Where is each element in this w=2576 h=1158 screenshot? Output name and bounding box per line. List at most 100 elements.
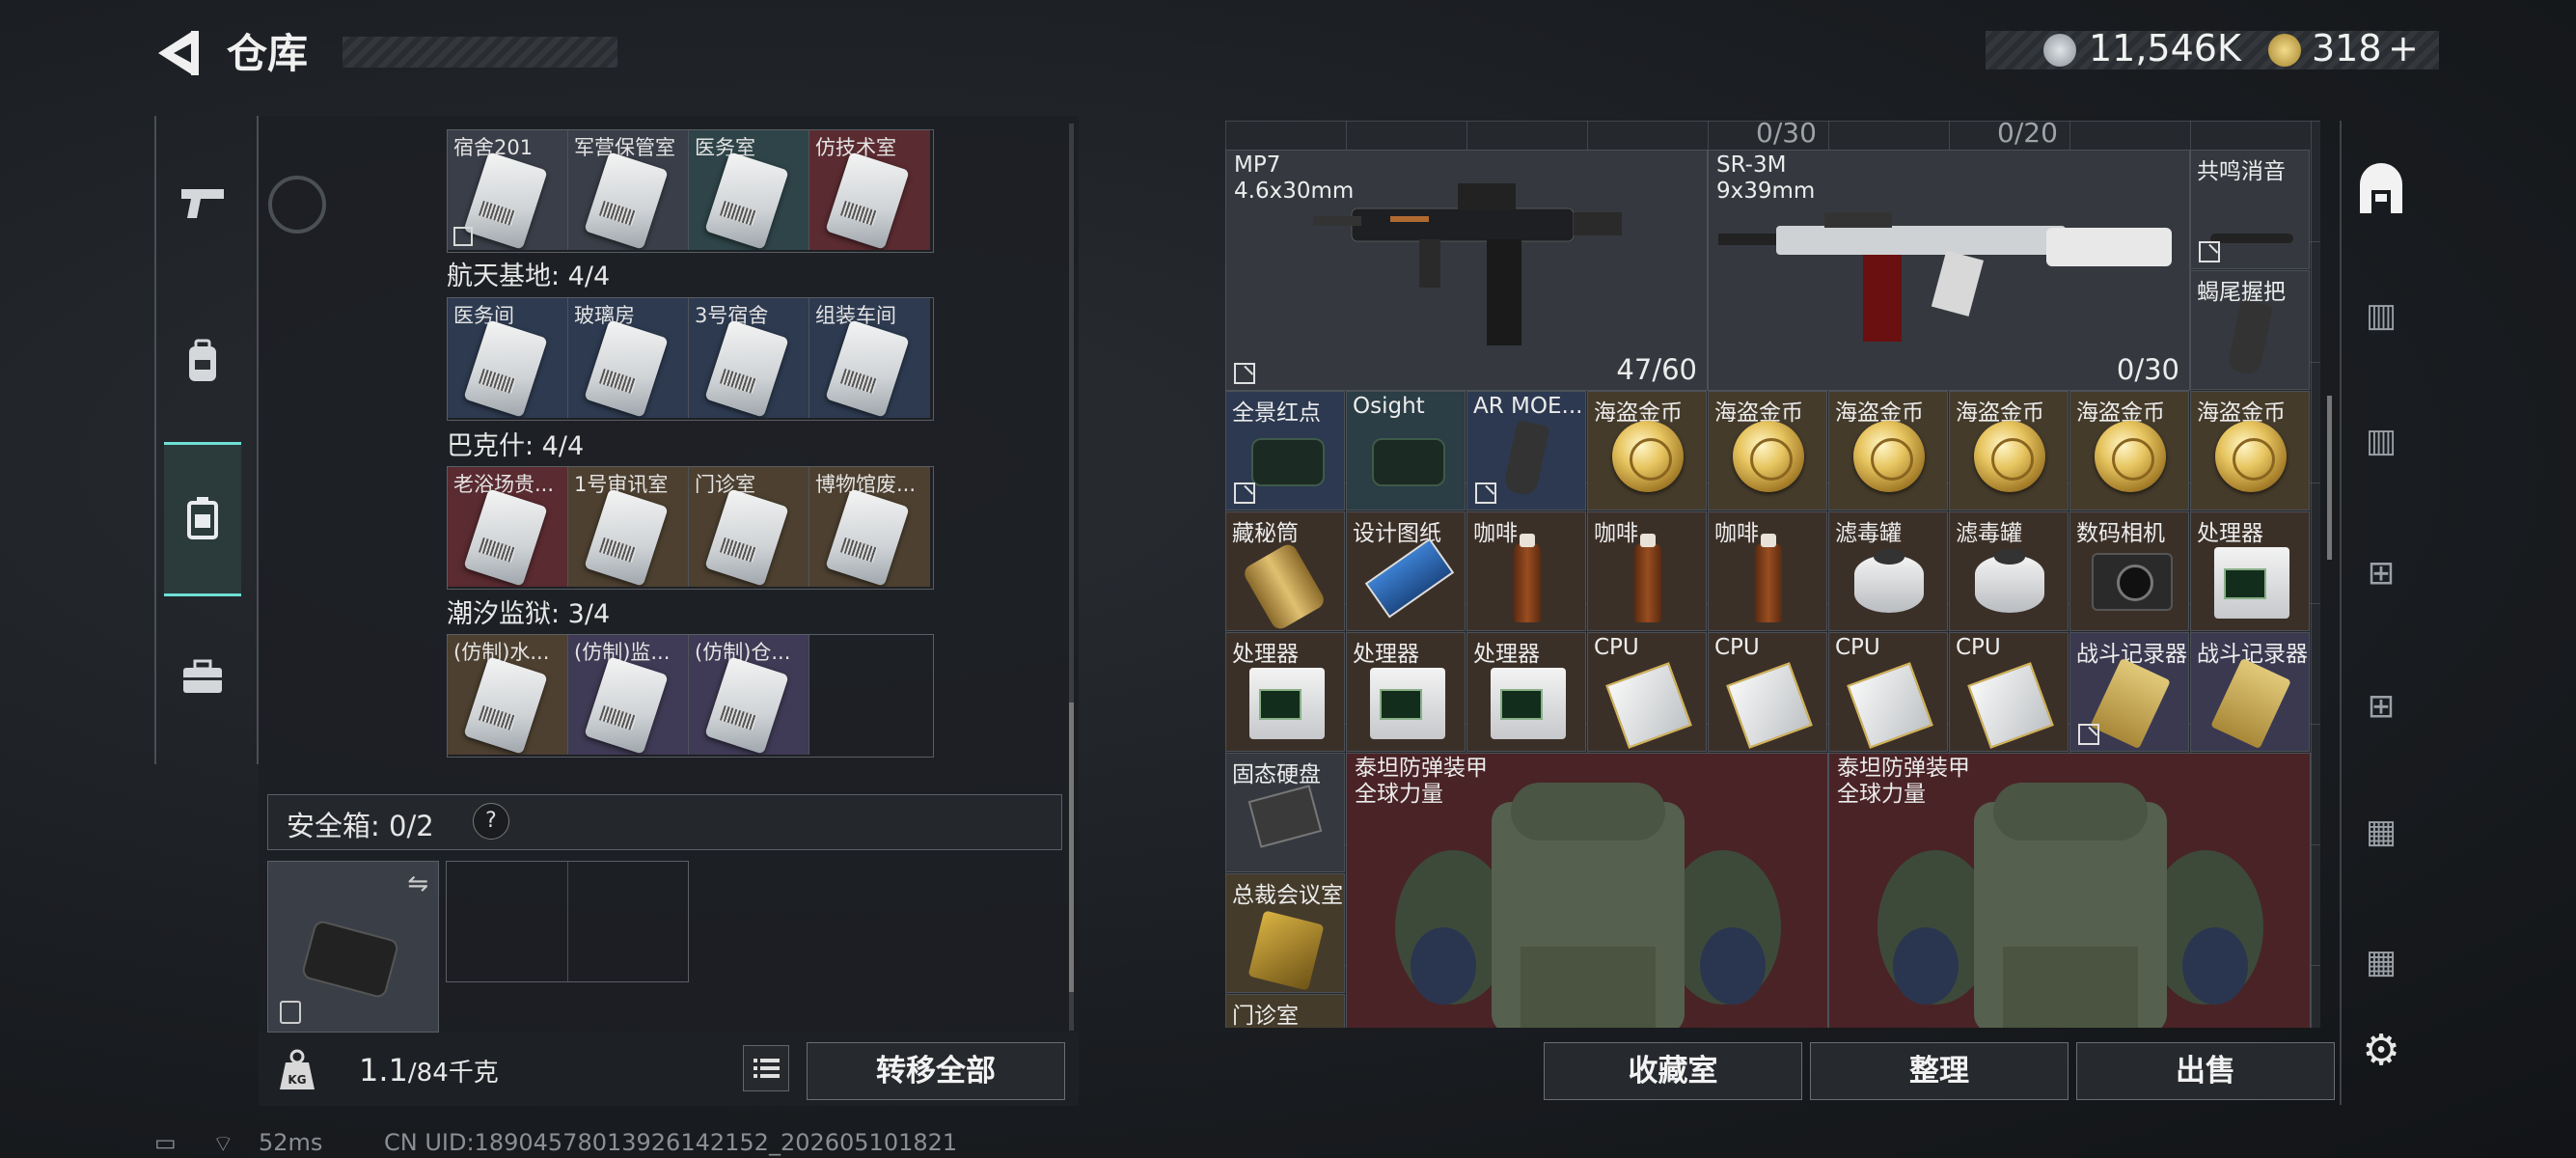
- item-digital-camera[interactable]: 数码相机: [2069, 511, 2189, 631]
- list-view-button[interactable]: [743, 1045, 789, 1091]
- item-combat-recorder[interactable]: 战斗记录器: [2069, 632, 2189, 752]
- silencer-item[interactable]: 共鸣消音: [2190, 150, 2310, 269]
- item-osight[interactable]: Osight: [1346, 391, 1466, 510]
- weight-readout: 1.1/84千克: [359, 1052, 499, 1089]
- group-title: 巴克什: 4/4: [447, 431, 585, 461]
- stash-page-4-icon[interactable]: ▦: [2350, 931, 2412, 993]
- counter: 0/20: [1997, 121, 2058, 149]
- keycard-slot[interactable]: 仿技术室: [809, 130, 930, 250]
- item-processor[interactable]: 处理器: [1466, 632, 1586, 752]
- lock-icon: [280, 1001, 301, 1024]
- backpack-icon[interactable]: [166, 324, 239, 398]
- counter: 0/30: [1756, 121, 1817, 149]
- item-keycard[interactable]: 总裁会议室: [1225, 873, 1345, 993]
- armor-item[interactable]: 泰坦防弹装甲 全球力量: [1346, 753, 1828, 1028]
- stash-page-2-icon[interactable]: ▥: [2350, 410, 2412, 472]
- item-blueprint[interactable]: 设计图纸: [1346, 511, 1466, 631]
- item-keycard[interactable]: 门诊室: [1225, 994, 1345, 1028]
- keycard-slot[interactable]: 医务室: [689, 130, 809, 250]
- item-pirate-coin[interactable]: 海盗金币: [1949, 391, 2069, 510]
- keycard-slot[interactable]: 老浴场贵...: [448, 467, 568, 587]
- gold-currency: 318: [2312, 27, 2382, 69]
- item-cpu[interactable]: CPU: [1708, 632, 1827, 752]
- safe-box-label: 安全箱: 0/2: [287, 810, 434, 842]
- ping-readout: 52ms: [259, 1129, 323, 1156]
- stash-page-3-icon[interactable]: ▦: [2350, 801, 2412, 863]
- keycard-slot[interactable]: (仿制)水...: [448, 635, 568, 755]
- item-pirate-coin[interactable]: 海盗金币: [2190, 391, 2310, 510]
- item-coffee[interactable]: 咖啡: [1466, 511, 1586, 631]
- left-scrollbar[interactable]: [1069, 124, 1074, 1031]
- transfer-all-button[interactable]: 转移全部: [807, 1042, 1065, 1100]
- keycard-row-4: (仿制)水... (仿制)监... (仿制)仓...: [447, 634, 934, 758]
- organize-button[interactable]: 整理: [1810, 1042, 2069, 1100]
- grip-item[interactable]: 蝎尾握把: [2190, 270, 2310, 390]
- keycard-row-1: 宿舍201 军营保管室 医务室 仿技术室: [447, 129, 934, 253]
- item-pirate-coin[interactable]: 海盗金币: [1828, 391, 1948, 510]
- item-gas-filter[interactable]: 滤毒罐: [1949, 511, 2069, 631]
- stash-scrollbar[interactable]: [2327, 396, 2332, 560]
- item-processor[interactable]: 处理器: [1225, 632, 1345, 752]
- sr3m-icon: [1718, 212, 2172, 342]
- page-title: 仓库: [227, 30, 309, 77]
- weapon-sr3m[interactable]: SR-3M 9x39mm 0/30: [1708, 150, 2190, 391]
- item-combat-recorder[interactable]: 战斗记录器: [2190, 632, 2310, 752]
- item-ar-moe[interactable]: AR MOE...: [1466, 391, 1586, 510]
- item-cpu[interactable]: CPU: [1949, 632, 2069, 752]
- item-gas-filter[interactable]: 滤毒罐: [1828, 511, 1948, 631]
- collection-room-button[interactable]: 收藏室: [1544, 1042, 1802, 1100]
- keycard-slot[interactable]: 1号审讯室: [568, 467, 689, 587]
- keycard-slot[interactable]: 医务间: [448, 298, 568, 418]
- keycard-slot[interactable]: 宿舍201: [448, 130, 568, 250]
- item-pirate-coin[interactable]: 海盗金币: [2069, 391, 2189, 510]
- silver-currency: 11,546K: [2089, 27, 2241, 69]
- stash-page-1-icon[interactable]: ▥: [2350, 285, 2412, 346]
- item-ssd[interactable]: 固态硬盘: [1225, 753, 1345, 872]
- gold-coin-icon: [2268, 34, 2301, 67]
- group-title: 潮汐监狱: 3/4: [447, 599, 611, 629]
- item-coffee[interactable]: 咖啡: [1587, 511, 1707, 631]
- armor-item[interactable]: 泰坦防弹装甲 全球力量: [1828, 753, 2311, 1028]
- keycard-slot[interactable]: 博物馆废...: [809, 467, 930, 587]
- item-pirate-coin[interactable]: 海盗金币: [1708, 391, 1827, 510]
- empty-keycard-slot[interactable]: [809, 635, 930, 755]
- weight-icon: KG: [280, 1049, 315, 1089]
- toolbox-icon[interactable]: [166, 641, 239, 714]
- item-cryptex[interactable]: 藏秘筒: [1225, 511, 1345, 631]
- settings-gear-icon[interactable]: ⚙: [2350, 1019, 2412, 1081]
- lock-icon: [453, 227, 473, 246]
- pistol-icon[interactable]: [166, 166, 239, 239]
- container-icon[interactable]: [166, 481, 239, 554]
- swap-icon: ⇋: [407, 869, 428, 898]
- add-stash-page-icon[interactable]: ⊞: [2350, 542, 2412, 604]
- item-processor[interactable]: 处理器: [2190, 511, 2310, 631]
- item-cpu[interactable]: CPU: [1587, 632, 1707, 752]
- keycard-slot[interactable]: 3号宿舍: [689, 298, 809, 418]
- keycard-slot[interactable]: 玻璃房: [568, 298, 689, 418]
- back-arrow-icon[interactable]: [154, 27, 201, 79]
- battery-icon: ▭: [154, 1129, 177, 1156]
- armor-icon: [1877, 783, 2263, 1028]
- item-pirate-coin[interactable]: 海盗金币: [1587, 391, 1707, 510]
- keycard-slot[interactable]: 军营保管室: [568, 130, 689, 250]
- keycard-slot[interactable]: (仿制)仓...: [689, 635, 809, 755]
- safe-box-empty-slots[interactable]: [446, 861, 689, 982]
- help-button[interactable]: ?: [473, 803, 509, 840]
- armor-icon: [1395, 783, 1781, 1028]
- silver-coin-icon: [2043, 34, 2076, 67]
- add-currency-button[interactable]: +: [2388, 27, 2419, 69]
- group-title: 航天基地: 4/4: [447, 262, 611, 291]
- keycard-slot[interactable]: 门诊室: [689, 467, 809, 587]
- keycard-slot[interactable]: 组装车间: [809, 298, 930, 418]
- stash-home-icon[interactable]: [2350, 159, 2412, 221]
- sell-button[interactable]: 出售: [2076, 1042, 2335, 1100]
- item-red-dot[interactable]: 全景红点: [1225, 391, 1345, 510]
- add-stash-page-icon[interactable]: ⊞: [2350, 676, 2412, 737]
- item-coffee[interactable]: 咖啡: [1708, 511, 1827, 631]
- stash-grid: 0/30 0/20 MP7 4.6x30mm 47/60 SR-3M 9x39mm …: [1225, 121, 2320, 1028]
- keycard-slot[interactable]: (仿制)监...: [568, 635, 689, 755]
- item-cpu[interactable]: CPU: [1828, 632, 1948, 752]
- item-processor[interactable]: 处理器: [1346, 632, 1466, 752]
- safe-box-slot[interactable]: ⇋: [267, 861, 439, 1033]
- weapon-mp7[interactable]: MP7 4.6x30mm 47/60: [1225, 150, 1708, 391]
